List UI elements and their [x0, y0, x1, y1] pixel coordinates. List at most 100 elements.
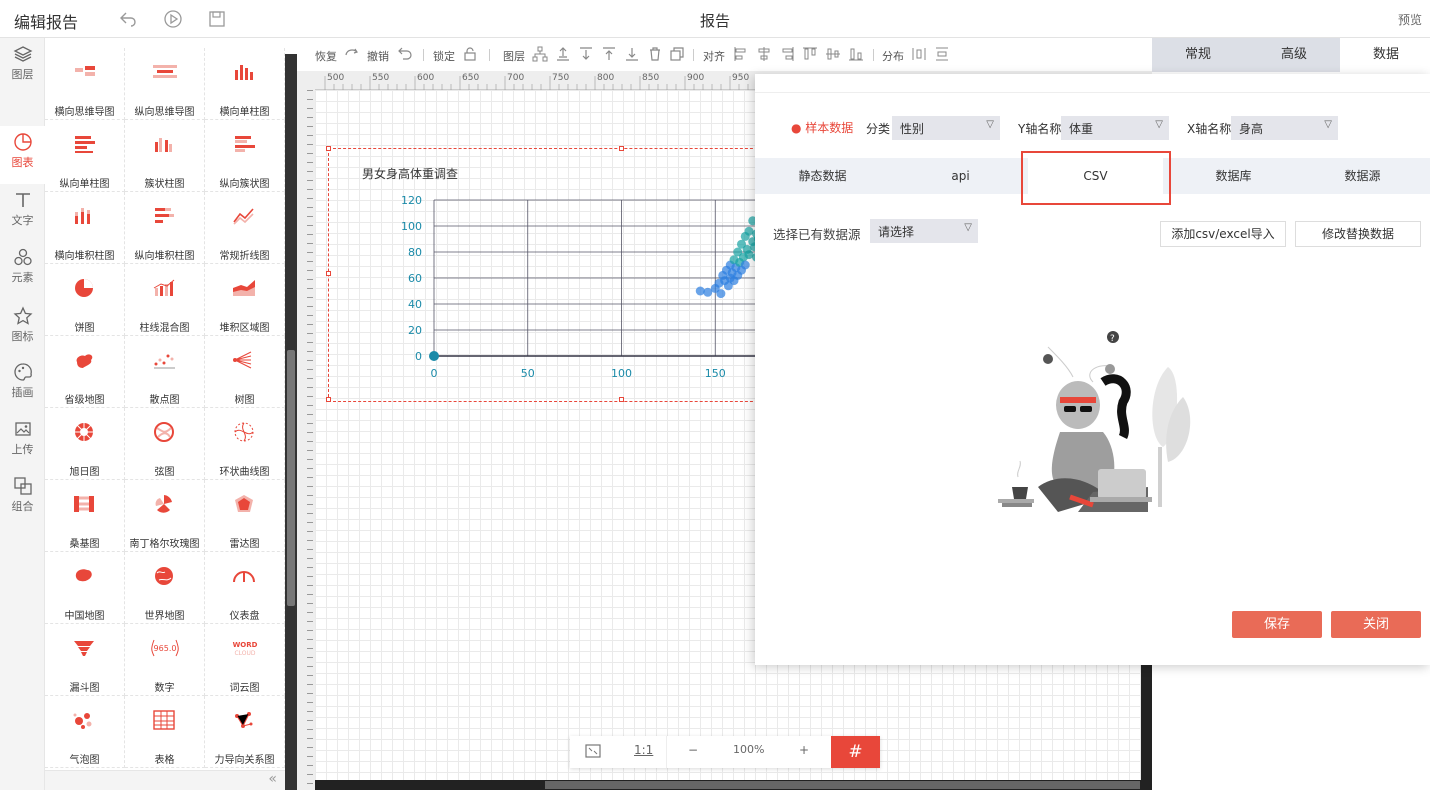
undo-button[interactable]: 撤销	[367, 48, 389, 64]
replace-data-button[interactable]: 修改替换数据	[1295, 221, 1421, 247]
component-item[interactable]: 弦图	[125, 408, 205, 480]
x-axis-select[interactable]: 身高 ▽	[1231, 116, 1338, 140]
resize-handle[interactable]	[619, 146, 624, 151]
grid-toggle-button[interactable]: #	[831, 736, 880, 768]
component-item[interactable]: 纵向堆积柱图	[125, 192, 205, 264]
close-button[interactable]: 关闭	[1331, 611, 1421, 638]
distribute-button[interactable]: 分布	[882, 48, 904, 64]
bring-to-front-icon[interactable]	[601, 46, 617, 62]
import-csv-button[interactable]: 添加csv/excel导入	[1160, 221, 1286, 247]
tab-static-data[interactable]: 静态数据	[755, 158, 890, 194]
copy-icon[interactable]	[669, 46, 685, 62]
tab-advanced[interactable]: 高级	[1248, 38, 1340, 72]
component-item[interactable]: 散点图	[125, 336, 205, 408]
component-item[interactable]: 纵向簇状图	[205, 120, 285, 192]
component-item[interactable]: 常规折线图	[205, 192, 285, 264]
resize-handle[interactable]	[326, 271, 331, 276]
component-item[interactable]: 气泡图	[45, 696, 125, 768]
layer-tree-icon[interactable]	[532, 46, 548, 62]
component-label: 中国地图	[64, 611, 105, 622]
component-item[interactable]: 饼图	[45, 264, 125, 336]
component-label: 纵向堆积柱图	[134, 251, 195, 262]
rail-item-icons[interactable]: 图标	[0, 300, 45, 358]
align-middle-icon[interactable]	[825, 46, 841, 62]
fit-screen-icon[interactable]	[584, 742, 602, 763]
distribute-vertical-icon[interactable]	[934, 46, 950, 62]
sample-data-label[interactable]: ● 样本数据	[791, 119, 853, 136]
component-item[interactable]: 漏斗图	[45, 624, 125, 696]
align-center-icon[interactable]	[756, 46, 772, 62]
tab-general[interactable]: 常规	[1152, 38, 1244, 72]
component-item[interactable]: 横向思维导图	[45, 48, 125, 120]
lock-button[interactable]: 锁定	[433, 48, 455, 64]
zoom-in-button[interactable]: +	[799, 743, 809, 757]
rail-item-upload[interactable]: 上传	[0, 413, 45, 471]
component-item[interactable]: 雷达图	[205, 480, 285, 552]
send-backward-icon[interactable]	[578, 46, 594, 62]
layer-button[interactable]: 图层	[503, 48, 525, 64]
lock-icon[interactable]	[462, 46, 478, 62]
rail-item-elements[interactable]: 元素	[0, 241, 45, 299]
rail-item-chart[interactable]: 图表	[0, 126, 45, 184]
component-item[interactable]: 桑基图	[45, 480, 125, 552]
component-item[interactable]: 仪表盘	[205, 552, 285, 624]
component-item[interactable]: 表格	[125, 696, 205, 768]
rail-item-group[interactable]: 组合	[0, 470, 45, 528]
category-select[interactable]: 性别 ▽	[892, 116, 1000, 140]
align-bottom-icon[interactable]	[848, 46, 864, 62]
double-chevron-left-icon[interactable]: «	[268, 771, 277, 787]
rail-item-illustration[interactable]: 插画	[0, 356, 45, 414]
component-label: 环状曲线图	[219, 467, 270, 478]
resize-handle[interactable]	[326, 397, 331, 402]
collapse-panel-bar[interactable]: «	[45, 770, 285, 790]
align-top-icon[interactable]	[802, 46, 818, 62]
tab-api[interactable]: api	[893, 158, 1028, 194]
undo-icon[interactable]	[118, 9, 138, 29]
tab-datasource[interactable]: 数据源	[1295, 158, 1430, 194]
component-item[interactable]: 簇状柱图	[125, 120, 205, 192]
tab-database[interactable]: 数据库	[1166, 158, 1301, 194]
rail-item-text[interactable]: 文字	[0, 184, 45, 242]
component-item[interactable]: 世界地图	[125, 552, 205, 624]
component-item[interactable]: 纵向思维导图	[125, 48, 205, 120]
panel-scrollbar-thumb[interactable]	[287, 350, 295, 606]
preview-button[interactable]: 预览	[1398, 11, 1422, 28]
undo-arrow-icon[interactable]	[397, 46, 413, 62]
canvas-hscrollbar-thumb[interactable]	[545, 781, 1140, 789]
component-item[interactable]: 树图	[205, 336, 285, 408]
component-item[interactable]: 横向堆积柱图	[45, 192, 125, 264]
zoom-out-button[interactable]: −	[688, 743, 698, 757]
play-icon[interactable]	[163, 9, 183, 29]
component-item[interactable]: 横向单柱图	[205, 48, 285, 120]
delete-icon[interactable]	[647, 46, 663, 62]
data-source-select[interactable]: 请选择 ▽	[870, 219, 978, 243]
redo-icon[interactable]	[343, 46, 359, 62]
rail-item-layers[interactable]: 图层	[0, 38, 45, 96]
send-to-back-icon[interactable]	[624, 46, 640, 62]
y-axis-select[interactable]: 体重 ▽	[1061, 116, 1169, 140]
save-icon[interactable]	[207, 9, 227, 29]
resize-handle[interactable]	[619, 397, 624, 402]
bring-forward-icon[interactable]	[555, 46, 571, 62]
distribute-horizontal-icon[interactable]	[911, 46, 927, 62]
component-item[interactable]: 力导向关系图	[205, 696, 285, 768]
align-button[interactable]: 对齐	[703, 48, 725, 64]
resize-handle[interactable]	[326, 146, 331, 151]
tab-data[interactable]: 数据	[1340, 38, 1430, 72]
component-item[interactable]: 旭日图	[45, 408, 125, 480]
component-item[interactable]: WORD CLOUD 词云图	[205, 624, 285, 696]
redo-button[interactable]: 恢复	[315, 48, 337, 64]
zoom-1to1-button[interactable]: 1:1	[634, 743, 653, 757]
component-item[interactable]: 南丁格尔玫瑰图	[125, 480, 205, 552]
component-item[interactable]: 纵向单柱图	[45, 120, 125, 192]
align-left-icon[interactable]	[733, 46, 749, 62]
component-item[interactable]: 柱线混合图	[125, 264, 205, 336]
bar-single-horizontal-icon	[235, 65, 253, 80]
component-item[interactable]: 中国地图	[45, 552, 125, 624]
component-item[interactable]: 堆积区域图	[205, 264, 285, 336]
component-item[interactable]: 省级地图	[45, 336, 125, 408]
align-right-icon[interactable]	[779, 46, 795, 62]
save-button[interactable]: 保存	[1232, 611, 1322, 638]
component-item[interactable]: 965.0 数字	[125, 624, 205, 696]
component-item[interactable]: 环状曲线图	[205, 408, 285, 480]
